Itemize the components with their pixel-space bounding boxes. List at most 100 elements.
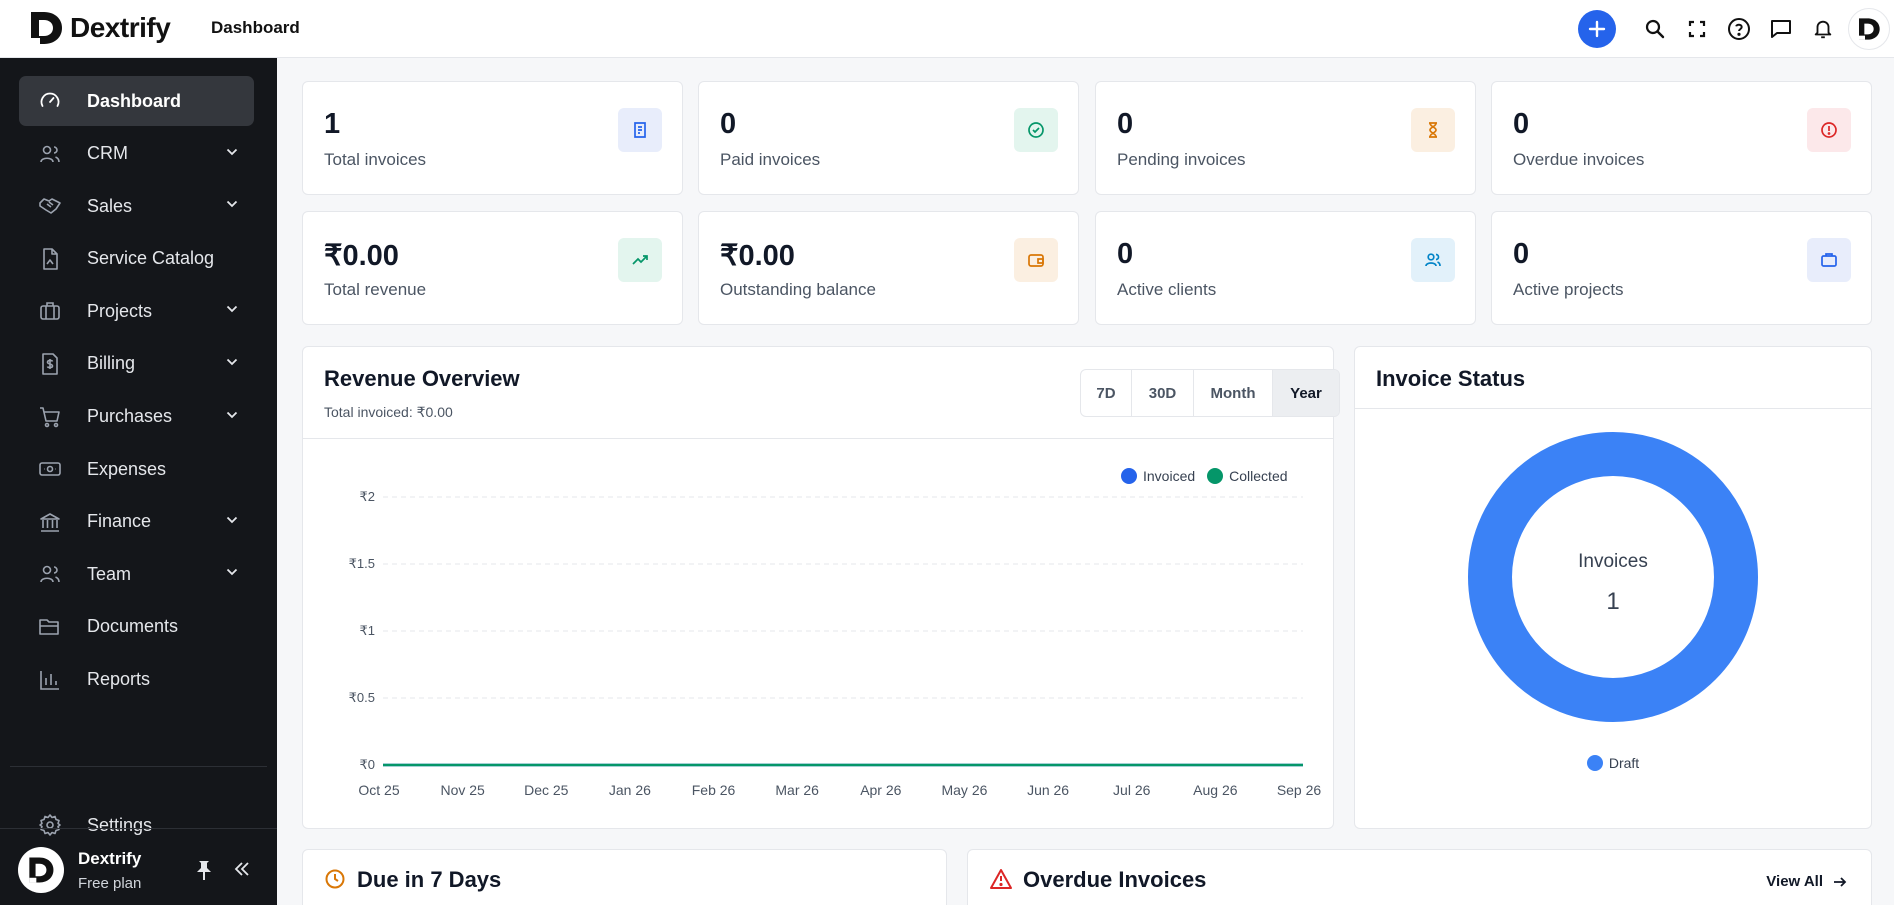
fullscreen-button[interactable] (1676, 8, 1718, 50)
chevron-down-icon (226, 411, 238, 419)
stat-card-total-invoices[interactable]: 1 Total invoices (302, 81, 683, 195)
fullscreen-icon (1687, 19, 1707, 39)
avatar-logo-icon (1857, 17, 1881, 41)
messages-button[interactable] (1760, 8, 1802, 50)
sidebar-item-reports[interactable]: Reports (19, 655, 254, 705)
bar-chart-icon (37, 667, 63, 693)
wallet-icon (1014, 238, 1058, 282)
donut-slice-draft[interactable] (1468, 432, 1758, 722)
sidebar-item-billing[interactable]: Billing (19, 339, 254, 389)
stat-card-overdue-invoices[interactable]: 0 Overdue invoices (1491, 81, 1872, 195)
chat-icon (1769, 17, 1793, 41)
invoice-status-title: Invoice Status (1376, 366, 1526, 391)
x-tick-label: Jul 26 (1113, 782, 1151, 798)
x-tick-label: Jun 26 (1027, 782, 1069, 798)
x-tick-label: Sep 26 (1277, 782, 1322, 798)
page-title: Dashboard (211, 18, 300, 37)
x-tick-label: Oct 25 (358, 782, 399, 798)
due-title: Due in 7 Days (357, 867, 502, 892)
chevron-down-icon (226, 200, 238, 208)
bell-icon (1812, 18, 1834, 40)
sidebar-item-purchases[interactable]: Purchases (19, 392, 254, 442)
range-30d-button[interactable]: 30D (1132, 370, 1194, 416)
team-icon (37, 561, 63, 587)
folder-icon (37, 614, 63, 640)
chevron-down-icon (226, 148, 238, 156)
stat-value: 1 (324, 108, 341, 140)
stat-card-total-revenue[interactable]: ₹0.00 Total revenue (302, 211, 683, 325)
dollar-file-icon (37, 351, 63, 377)
donut-center-label: Invoices (1578, 551, 1648, 572)
briefcase-icon (37, 298, 63, 324)
sidebar-item-team[interactable]: Team (19, 549, 254, 599)
stat-value: ₹0.00 (324, 240, 399, 272)
sidebar-item-documents[interactable]: Documents (19, 602, 254, 652)
sidebar-item-expenses[interactable]: Expenses (19, 444, 254, 494)
sidebar-item-crm[interactable]: CRM (19, 129, 254, 179)
help-button[interactable] (1718, 8, 1760, 50)
x-tick-label: May 26 (941, 782, 987, 798)
sidebar-item-label: Purchases (87, 406, 173, 427)
sidebar-item-label: Finance (87, 511, 152, 532)
notifications-button[interactable] (1802, 8, 1844, 50)
trending-up-icon (618, 238, 662, 282)
stat-card-active-clients[interactable]: 0 Active clients (1095, 211, 1476, 325)
collapse-sidebar-button[interactable] (232, 859, 252, 879)
search-icon (1644, 18, 1666, 40)
stat-label: Outstanding balance (720, 280, 876, 299)
chevron-down-icon (226, 568, 238, 576)
stat-card-active-projects[interactable]: 0 Active projects (1491, 211, 1872, 325)
stat-label: Paid invoices (720, 150, 821, 169)
donut-center-value: 1 (1606, 588, 1619, 615)
chevron-down-icon (226, 516, 238, 524)
pin-sidebar-button[interactable] (194, 859, 214, 881)
sidebar-item-service-catalog[interactable]: Service Catalog (19, 234, 254, 284)
sidebar-item-label: Documents (87, 616, 179, 637)
overdue-invoices-panel: Overdue Invoices View All (967, 849, 1872, 905)
view-all-label: View All (1766, 873, 1823, 890)
stat-card-pending-invoices[interactable]: 0 Pending invoices (1095, 81, 1476, 195)
gauge-icon (37, 88, 63, 114)
briefcase-icon (1807, 238, 1851, 282)
stat-label: Active projects (1513, 280, 1624, 299)
sidebar-item-projects[interactable]: Projects (19, 286, 254, 336)
sidebar-item-label: Service Catalog (87, 248, 215, 269)
revenue-line-chart: ₹0 ₹0.5 ₹1 ₹1.5 ₹2 Oct 25 Nov 25 Dec 25 Jan 26 F… (349, 489, 1322, 798)
user-avatar-button[interactable] (1848, 8, 1890, 50)
sidebar-item-label: Billing (87, 353, 136, 374)
stat-card-paid-invoices[interactable]: 0 Paid invoices (698, 81, 1079, 195)
sidebar-item-label: Projects (87, 300, 153, 321)
x-tick-label: Feb 26 (692, 782, 736, 798)
sidebar-item-dashboard[interactable]: Dashboard (19, 76, 254, 126)
brand[interactable]: Dextrify (28, 10, 171, 46)
stat-card-outstanding-balance[interactable]: ₹0.00 Outstanding balance (698, 211, 1079, 325)
legend-draft-swatch (1586, 755, 1603, 771)
brand-name: Dextrify (70, 12, 171, 43)
help-icon (1727, 17, 1751, 41)
view-all-link[interactable]: View All (1766, 873, 1847, 890)
range-month-button[interactable]: Month (1194, 370, 1273, 416)
sidebar-item-finance[interactable]: Finance (19, 497, 254, 547)
add-button[interactable] (1578, 10, 1616, 48)
sidebar-divider (10, 766, 267, 767)
hourglass-icon (1411, 108, 1455, 152)
range-year-button[interactable]: Year (1273, 370, 1339, 416)
donut-legend: Draft (1355, 755, 1871, 771)
sidebar-item-label: Dashboard (87, 90, 182, 111)
revenue-title: Revenue Overview (324, 366, 520, 391)
range-7d-button[interactable]: 7D (1081, 370, 1132, 416)
x-tick-label: Dec 25 (524, 782, 569, 798)
top-actions (1578, 8, 1894, 50)
banknote-icon (37, 456, 63, 482)
stat-value: 0 (1117, 238, 1134, 270)
handshake-icon (37, 193, 63, 219)
check-circle-icon (1014, 108, 1058, 152)
clients-icon (1411, 238, 1455, 282)
stat-label: Pending invoices (1117, 150, 1246, 169)
cart-icon (37, 404, 63, 430)
pin-icon (194, 859, 214, 881)
avatar[interactable] (18, 847, 64, 893)
sidebar-item-sales[interactable]: Sales (19, 181, 254, 231)
search-button[interactable] (1634, 8, 1676, 50)
alert-triangle-icon (989, 868, 1013, 890)
